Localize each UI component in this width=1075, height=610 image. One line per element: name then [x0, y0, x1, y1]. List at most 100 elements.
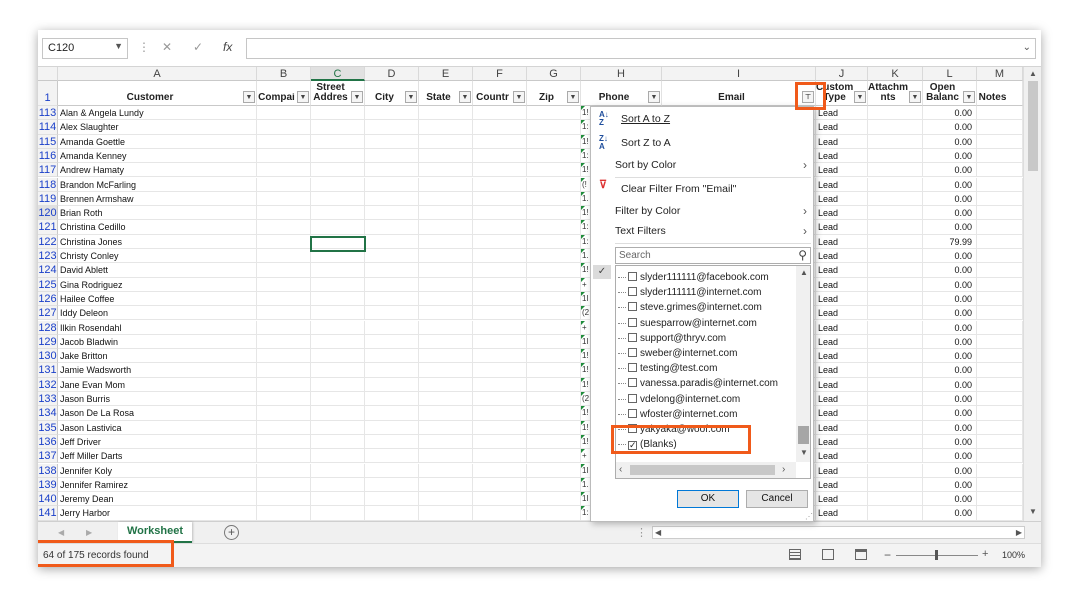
- row-header[interactable]: 118: [38, 177, 58, 192]
- table-cell[interactable]: [365, 377, 419, 392]
- scroll-left-icon[interactable]: ◀: [655, 528, 661, 537]
- customer-type-cell[interactable]: Lead: [816, 406, 868, 421]
- table-cell[interactable]: [311, 492, 365, 507]
- customer-cell[interactable]: Jane Evan Mom: [58, 377, 257, 392]
- table-cell[interactable]: [365, 320, 419, 335]
- table-cell[interactable]: [473, 263, 527, 278]
- customer-type-cell[interactable]: Lead: [816, 134, 868, 149]
- filter-dropdown-icon[interactable]: ▼: [243, 91, 255, 103]
- table-cell[interactable]: [977, 492, 1023, 507]
- table-cell[interactable]: [868, 120, 923, 135]
- table-cell[interactable]: [419, 420, 473, 435]
- customer-cell[interactable]: Andrew Hamaty: [58, 163, 257, 178]
- table-cell[interactable]: [257, 377, 311, 392]
- table-cell[interactable]: [365, 463, 419, 478]
- table-cell[interactable]: [419, 363, 473, 378]
- table-cell[interactable]: [868, 420, 923, 435]
- customer-cell[interactable]: Amanda Goettle: [58, 134, 257, 149]
- table-cell[interactable]: [311, 449, 365, 464]
- table-cell[interactable]: [527, 163, 581, 178]
- table-cell[interactable]: [977, 377, 1023, 392]
- table-cell[interactable]: [365, 163, 419, 178]
- customer-type-cell[interactable]: Lead: [816, 191, 868, 207]
- table-cell[interactable]: [527, 506, 581, 521]
- table-cell[interactable]: [473, 334, 527, 350]
- table-cell[interactable]: [868, 434, 923, 450]
- open-balance-cell[interactable]: 0.00: [923, 506, 977, 521]
- table-cell[interactable]: [868, 477, 923, 493]
- customer-type-cell[interactable]: Lead: [816, 206, 868, 221]
- customer-cell[interactable]: Christina Jones: [58, 234, 257, 249]
- table-cell[interactable]: [868, 263, 923, 278]
- column-header-e[interactable]: E: [419, 67, 473, 81]
- table-cell[interactable]: [365, 306, 419, 321]
- filter-dropdown-icon[interactable]: ▼: [909, 91, 921, 103]
- customer-cell[interactable]: Jennifer Koly: [58, 463, 257, 478]
- table-cell[interactable]: [365, 249, 419, 264]
- table-cell[interactable]: [419, 134, 473, 149]
- customer-cell[interactable]: Jake Britton: [58, 349, 257, 364]
- table-cell[interactable]: [473, 206, 527, 221]
- row-header[interactable]: 136: [38, 434, 58, 450]
- open-balance-cell[interactable]: 0.00: [923, 392, 977, 407]
- row-header[interactable]: 113: [38, 106, 58, 121]
- table-cell[interactable]: [868, 306, 923, 321]
- ok-button[interactable]: OK: [677, 490, 739, 508]
- chevron-down-icon[interactable]: ▼: [114, 41, 123, 51]
- table-cell[interactable]: [527, 349, 581, 364]
- clear-filter-item[interactable]: ⊽ Clear Filter From "Email": [591, 179, 813, 199]
- table-cell[interactable]: [311, 277, 365, 292]
- open-balance-cell[interactable]: 0.00: [923, 377, 977, 392]
- scroll-up-icon[interactable]: ▲: [1029, 69, 1037, 78]
- table-cell[interactable]: [419, 506, 473, 521]
- table-cell[interactable]: [419, 320, 473, 335]
- open-balance-cell[interactable]: 0.00: [923, 263, 977, 278]
- table-cell[interactable]: [473, 377, 527, 392]
- table-cell[interactable]: [257, 363, 311, 378]
- table-cell[interactable]: [527, 191, 581, 207]
- table-cell[interactable]: [473, 163, 527, 178]
- table-cell[interactable]: [527, 363, 581, 378]
- table-cell[interactable]: [868, 449, 923, 464]
- table-cell[interactable]: [311, 120, 365, 135]
- customer-type-cell[interactable]: Lead: [816, 449, 868, 464]
- name-box[interactable]: C120 ▼: [42, 38, 128, 59]
- customer-cell[interactable]: Christy Conley: [58, 249, 257, 264]
- table-cell[interactable]: [473, 420, 527, 435]
- table-cell[interactable]: [419, 191, 473, 207]
- table-cell[interactable]: [311, 506, 365, 521]
- table-cell[interactable]: [473, 148, 527, 164]
- open-balance-cell[interactable]: 0.00: [923, 334, 977, 350]
- list-horizontal-scrollbar[interactable]: ‹ ›: [616, 462, 796, 478]
- table-cell[interactable]: [473, 434, 527, 450]
- table-cell[interactable]: [868, 163, 923, 178]
- table-cell[interactable]: [257, 277, 311, 292]
- table-cell[interactable]: [473, 134, 527, 149]
- table-cell[interactable]: [365, 277, 419, 292]
- row-header[interactable]: 114: [38, 120, 58, 135]
- table-cell[interactable]: [977, 463, 1023, 478]
- table-cell[interactable]: [311, 206, 365, 221]
- table-cell[interactable]: [365, 420, 419, 435]
- customer-cell[interactable]: Christina Cedillo: [58, 220, 257, 235]
- list-vertical-scrollbar[interactable]: ▲ ▼: [796, 266, 810, 462]
- customer-type-cell[interactable]: Lead: [816, 492, 868, 507]
- filter-value-item[interactable]: support@thryv.com: [618, 331, 726, 346]
- table-cell[interactable]: [365, 148, 419, 164]
- open-balance-cell[interactable]: 0.00: [923, 449, 977, 464]
- open-balance-cell[interactable]: 0.00: [923, 191, 977, 207]
- table-cell[interactable]: [365, 220, 419, 235]
- table-cell[interactable]: [868, 363, 923, 378]
- text-filters-item[interactable]: Text Filters ›: [591, 221, 813, 241]
- customer-cell[interactable]: Ilkin Rosendahl: [58, 320, 257, 335]
- table-cell[interactable]: [868, 492, 923, 507]
- scroll-thumb[interactable]: [1028, 81, 1038, 171]
- table-cell[interactable]: [257, 320, 311, 335]
- table-cell[interactable]: [257, 120, 311, 135]
- function-icon[interactable]: fx: [223, 40, 232, 54]
- table-cell[interactable]: [977, 277, 1023, 292]
- table-cell[interactable]: [419, 206, 473, 221]
- next-sheet-icon[interactable]: ▶: [86, 528, 92, 537]
- table-cell[interactable]: [527, 291, 581, 307]
- table-cell[interactable]: [473, 291, 527, 307]
